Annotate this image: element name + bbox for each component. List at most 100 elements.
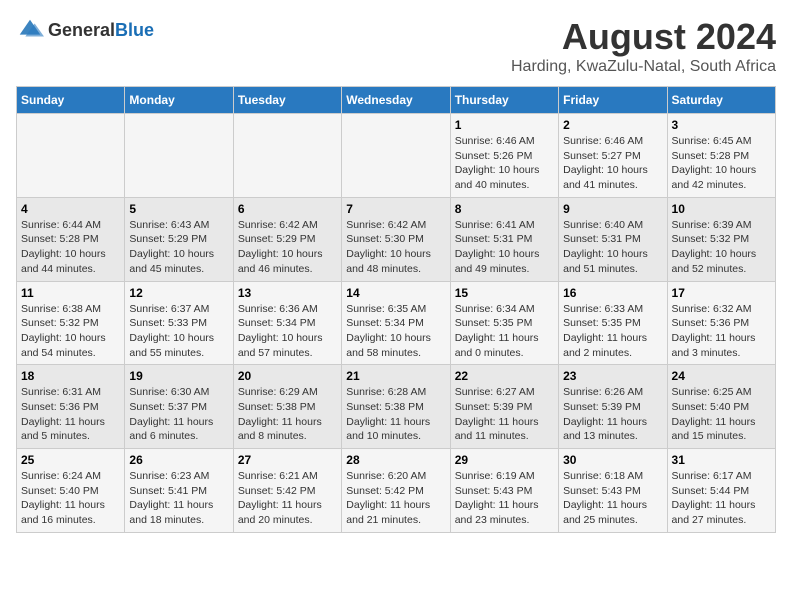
logo-text-blue: Blue (115, 20, 154, 40)
header: GeneralBlue August 2024 Harding, KwaZulu… (16, 16, 776, 76)
day-number: 24 (672, 369, 771, 383)
day-detail: Sunrise: 6:35 AM Sunset: 5:34 PM Dayligh… (346, 302, 445, 361)
calendar-table: SundayMondayTuesdayWednesdayThursdayFrid… (16, 86, 776, 533)
day-header-saturday: Saturday (667, 87, 775, 114)
day-number: 8 (455, 202, 554, 216)
day-number: 23 (563, 369, 662, 383)
day-number: 2 (563, 118, 662, 132)
calendar-cell: 16Sunrise: 6:33 AM Sunset: 5:35 PM Dayli… (559, 281, 667, 365)
day-number: 9 (563, 202, 662, 216)
main-title: August 2024 (511, 16, 776, 58)
day-detail: Sunrise: 6:31 AM Sunset: 5:36 PM Dayligh… (21, 385, 120, 444)
day-header-thursday: Thursday (450, 87, 558, 114)
day-number: 31 (672, 453, 771, 467)
day-number: 14 (346, 286, 445, 300)
day-number: 30 (563, 453, 662, 467)
day-header-sunday: Sunday (17, 87, 125, 114)
day-number: 17 (672, 286, 771, 300)
day-detail: Sunrise: 6:42 AM Sunset: 5:29 PM Dayligh… (238, 218, 337, 277)
day-detail: Sunrise: 6:25 AM Sunset: 5:40 PM Dayligh… (672, 385, 771, 444)
day-number: 13 (238, 286, 337, 300)
day-detail: Sunrise: 6:39 AM Sunset: 5:32 PM Dayligh… (672, 218, 771, 277)
day-detail: Sunrise: 6:45 AM Sunset: 5:28 PM Dayligh… (672, 134, 771, 193)
day-number: 18 (21, 369, 120, 383)
calendar-cell: 17 Sunrise: 6:32 AM Sunset: 5:36 PM Dayli… (667, 281, 775, 365)
day-number: 25 (21, 453, 120, 467)
day-number: 7 (346, 202, 445, 216)
calendar-cell: 21Sunrise: 6:28 AM Sunset: 5:38 PM Dayli… (342, 365, 450, 449)
calendar-cell: 31 Sunrise: 6:17 AM Sunset: 5:44 PM Dayli… (667, 449, 775, 533)
day-number: 1 (455, 118, 554, 132)
day-detail: Sunrise: 6:34 AM Sunset: 5:35 PM Dayligh… (455, 302, 554, 361)
calendar-cell (342, 114, 450, 198)
day-detail: Sunrise: 6:32 AM Sunset: 5:36 PM Dayligh… (672, 302, 771, 361)
calendar-cell: 10 Sunrise: 6:39 AM Sunset: 5:32 PM Dayli… (667, 197, 775, 281)
day-number: 26 (129, 453, 228, 467)
day-detail: Sunrise: 6:30 AM Sunset: 5:37 PM Dayligh… (129, 385, 228, 444)
day-header-monday: Monday (125, 87, 233, 114)
calendar-cell: 11 Sunrise: 6:38 AM Sunset: 5:32 PM Dayli… (17, 281, 125, 365)
calendar-cell: 8Sunrise: 6:41 AM Sunset: 5:31 PM Daylig… (450, 197, 558, 281)
calendar-cell: 3Sunrise: 6:45 AM Sunset: 5:28 PM Daylig… (667, 114, 775, 198)
title-block: August 2024 Harding, KwaZulu-Natal, Sout… (511, 16, 776, 76)
calendar-cell: 27 Sunrise: 6:21 AM Sunset: 5:42 PM Dayli… (233, 449, 341, 533)
day-number: 16 (563, 286, 662, 300)
day-header-wednesday: Wednesday (342, 87, 450, 114)
calendar-cell: 5Sunrise: 6:43 AM Sunset: 5:29 PM Daylig… (125, 197, 233, 281)
day-number: 10 (672, 202, 771, 216)
calendar-cell: 26 Sunrise: 6:23 AM Sunset: 5:41 PM Dayli… (125, 449, 233, 533)
day-detail: Sunrise: 6:38 AM Sunset: 5:32 PM Dayligh… (21, 302, 120, 361)
calendar-cell (233, 114, 341, 198)
day-detail: Sunrise: 6:21 AM Sunset: 5:42 PM Dayligh… (238, 469, 337, 528)
calendar-cell: 13 Sunrise: 6:36 AM Sunset: 5:34 PM Dayli… (233, 281, 341, 365)
day-number: 19 (129, 369, 228, 383)
day-number: 27 (238, 453, 337, 467)
calendar-cell: 19 Sunrise: 6:30 AM Sunset: 5:37 PM Dayli… (125, 365, 233, 449)
day-number: 6 (238, 202, 337, 216)
day-detail: Sunrise: 6:36 AM Sunset: 5:34 PM Dayligh… (238, 302, 337, 361)
calendar-cell: 30 Sunrise: 6:18 AM Sunset: 5:43 PM Dayli… (559, 449, 667, 533)
day-number: 15 (455, 286, 554, 300)
calendar-cell: 2 Sunrise: 6:46 AM Sunset: 5:27 PM Daylig… (559, 114, 667, 198)
day-detail: Sunrise: 6:42 AM Sunset: 5:30 PM Dayligh… (346, 218, 445, 277)
day-detail: Sunrise: 6:24 AM Sunset: 5:40 PM Dayligh… (21, 469, 120, 528)
day-number: 11 (21, 286, 120, 300)
header-row: SundayMondayTuesdayWednesdayThursdayFrid… (17, 87, 776, 114)
day-detail: Sunrise: 6:19 AM Sunset: 5:43 PM Dayligh… (455, 469, 554, 528)
calendar-cell: 12Sunrise: 6:37 AM Sunset: 5:33 PM Dayli… (125, 281, 233, 365)
calendar-cell: 14 Sunrise: 6:35 AM Sunset: 5:34 PM Dayli… (342, 281, 450, 365)
day-header-tuesday: Tuesday (233, 87, 341, 114)
day-number: 4 (21, 202, 120, 216)
day-detail: Sunrise: 6:44 AM Sunset: 5:28 PM Dayligh… (21, 218, 120, 277)
calendar-cell: 18 Sunrise: 6:31 AM Sunset: 5:36 PM Dayli… (17, 365, 125, 449)
calendar-cell: 4 Sunrise: 6:44 AM Sunset: 5:28 PM Daylig… (17, 197, 125, 281)
calendar-cell: 22 Sunrise: 6:27 AM Sunset: 5:39 PM Dayli… (450, 365, 558, 449)
day-detail: Sunrise: 6:23 AM Sunset: 5:41 PM Dayligh… (129, 469, 228, 528)
day-detail: Sunrise: 6:27 AM Sunset: 5:39 PM Dayligh… (455, 385, 554, 444)
calendar-cell: 28Sunrise: 6:20 AM Sunset: 5:42 PM Dayli… (342, 449, 450, 533)
calendar-cell: 15 Sunrise: 6:34 AM Sunset: 5:35 PM Dayli… (450, 281, 558, 365)
day-detail: Sunrise: 6:17 AM Sunset: 5:44 PM Dayligh… (672, 469, 771, 528)
logo: GeneralBlue (16, 16, 154, 44)
logo-icon (16, 16, 44, 44)
calendar-week-3: 11 Sunrise: 6:38 AM Sunset: 5:32 PM Dayli… (17, 281, 776, 365)
calendar-week-2: 4 Sunrise: 6:44 AM Sunset: 5:28 PM Daylig… (17, 197, 776, 281)
day-detail: Sunrise: 6:18 AM Sunset: 5:43 PM Dayligh… (563, 469, 662, 528)
day-number: 28 (346, 453, 445, 467)
logo-text-general: General (48, 20, 115, 40)
day-detail: Sunrise: 6:40 AM Sunset: 5:31 PM Dayligh… (563, 218, 662, 277)
calendar-cell: 1 Sunrise: 6:46 AM Sunset: 5:26 PM Daylig… (450, 114, 558, 198)
calendar-cell: 7 Sunrise: 6:42 AM Sunset: 5:30 PM Daylig… (342, 197, 450, 281)
day-number: 22 (455, 369, 554, 383)
calendar-week-4: 18 Sunrise: 6:31 AM Sunset: 5:36 PM Dayli… (17, 365, 776, 449)
day-detail: Sunrise: 6:46 AM Sunset: 5:27 PM Dayligh… (563, 134, 662, 193)
day-detail: Sunrise: 6:43 AM Sunset: 5:29 PM Dayligh… (129, 218, 228, 277)
day-number: 20 (238, 369, 337, 383)
day-detail: Sunrise: 6:46 AM Sunset: 5:26 PM Dayligh… (455, 134, 554, 193)
calendar-cell: 9 Sunrise: 6:40 AM Sunset: 5:31 PM Daylig… (559, 197, 667, 281)
calendar-cell: 29 Sunrise: 6:19 AM Sunset: 5:43 PM Dayli… (450, 449, 558, 533)
day-detail: Sunrise: 6:29 AM Sunset: 5:38 PM Dayligh… (238, 385, 337, 444)
day-number: 29 (455, 453, 554, 467)
calendar-week-5: 25 Sunrise: 6:24 AM Sunset: 5:40 PM Dayli… (17, 449, 776, 533)
calendar-cell: 20 Sunrise: 6:29 AM Sunset: 5:38 PM Dayli… (233, 365, 341, 449)
